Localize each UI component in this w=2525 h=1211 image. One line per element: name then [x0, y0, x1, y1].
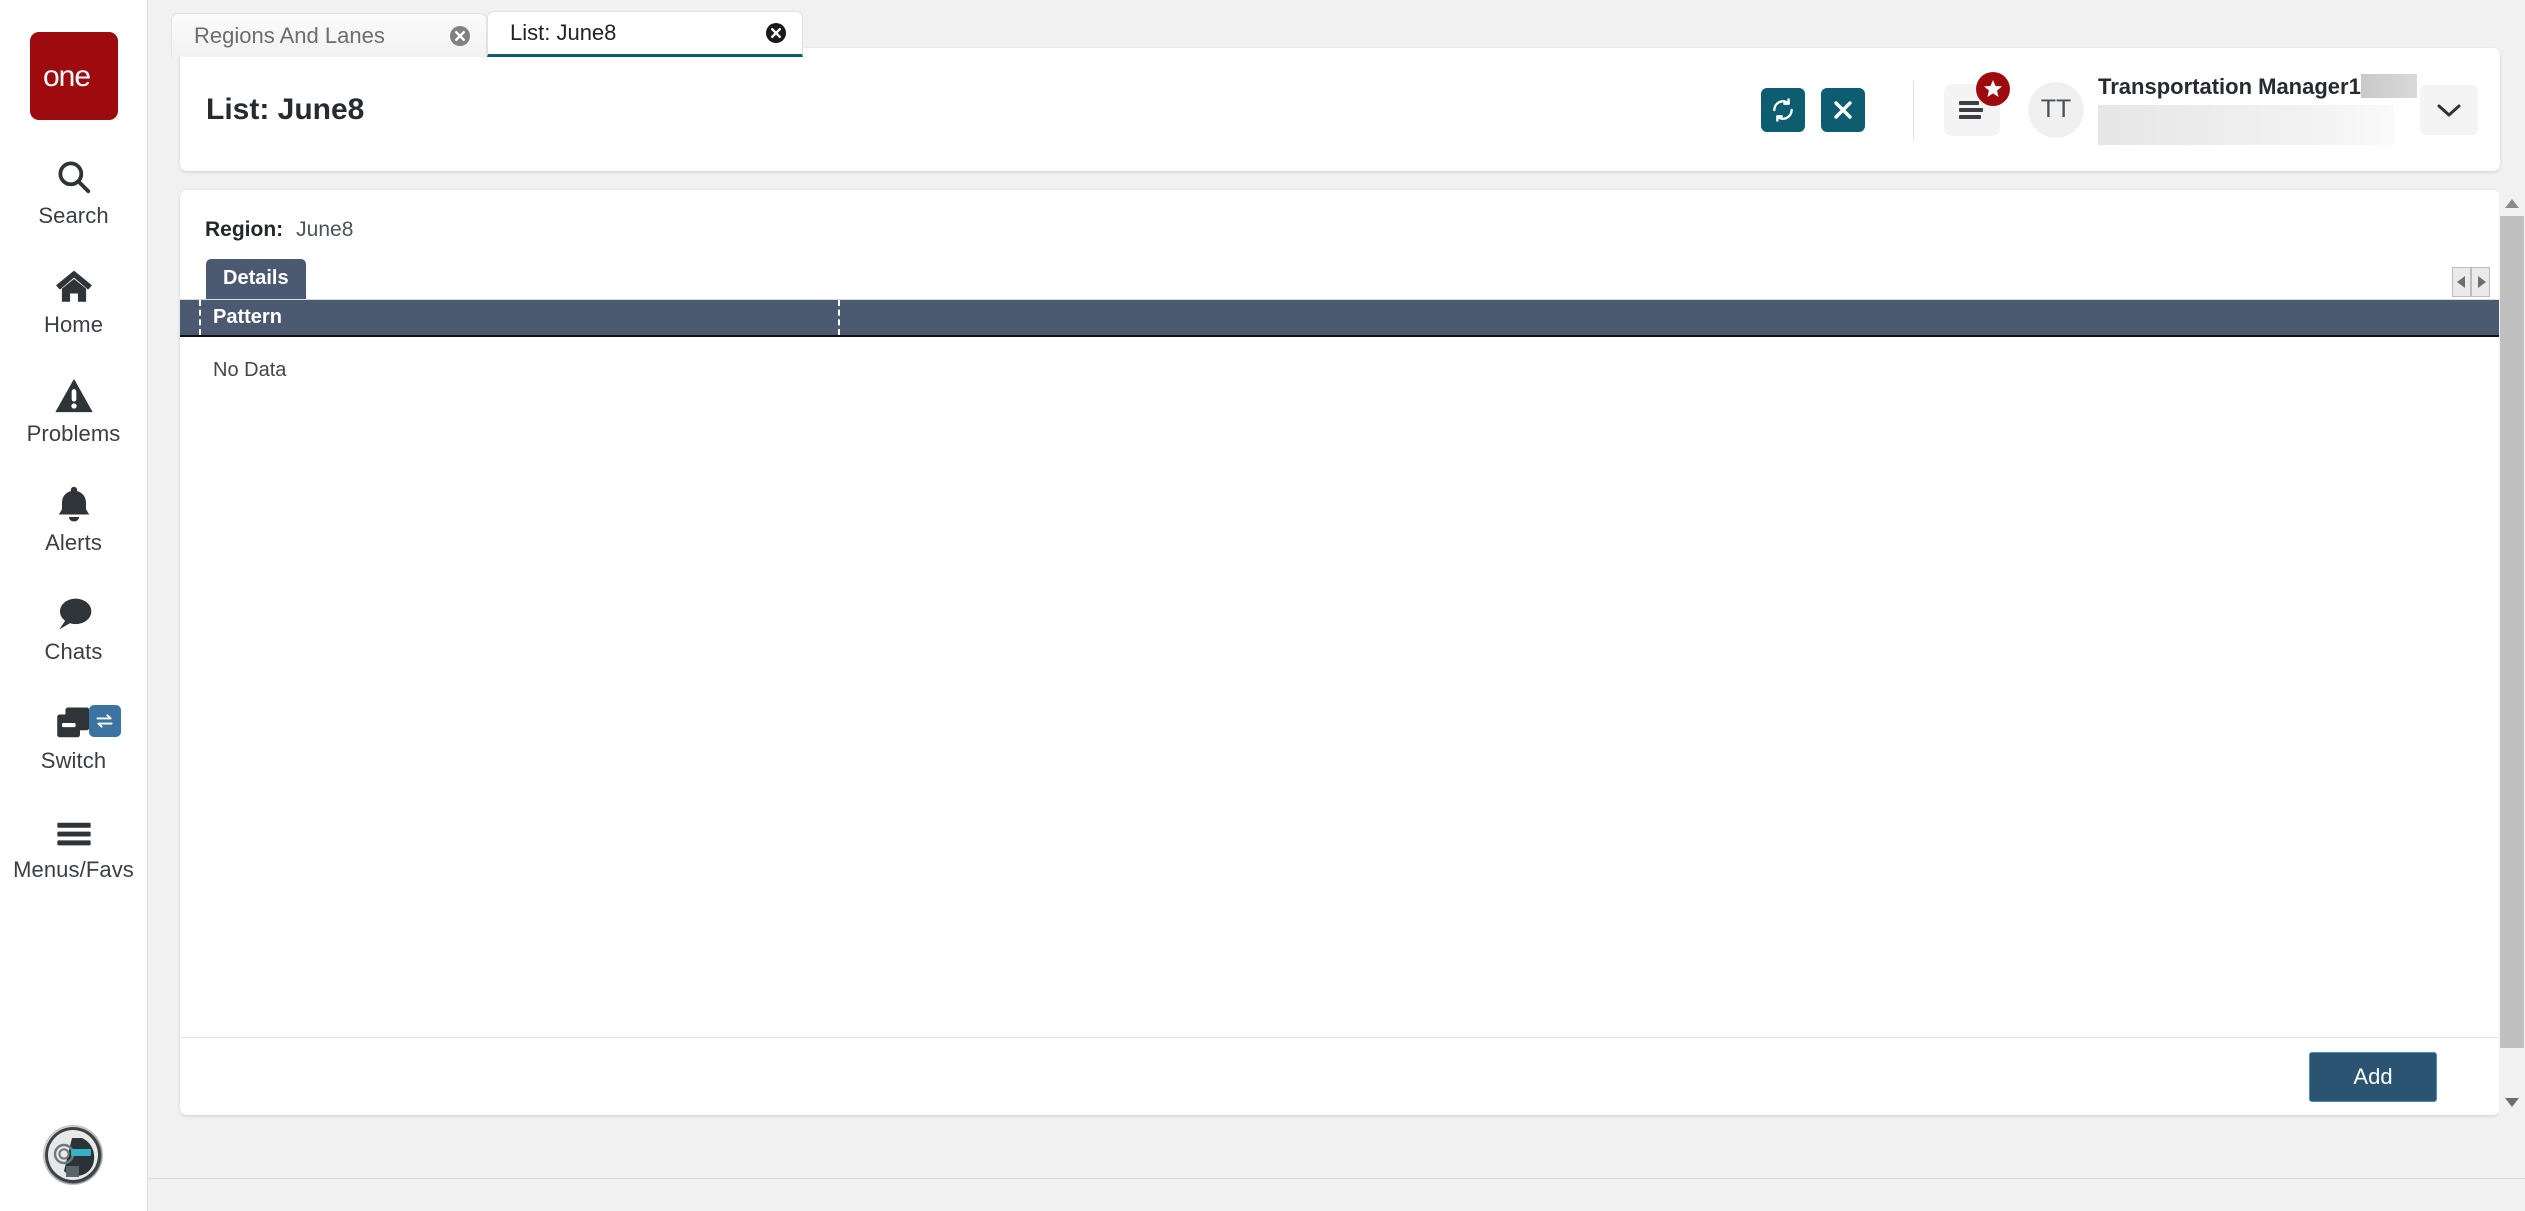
sidebar-item-menus-favs[interactable]: Menus/Favs — [0, 804, 148, 883]
redacted-subtitle — [2098, 105, 2394, 145]
grid-column-separator[interactable] — [838, 300, 840, 335]
user-info: Transportation Manager1 — [2098, 74, 2417, 145]
close-icon[interactable] — [449, 25, 471, 47]
page-header: List: June8 TT Transportation Manager1 — [180, 48, 2500, 171]
search-icon — [55, 150, 93, 196]
scroll-up-button[interactable] — [2499, 190, 2525, 216]
sidebar-item-switch[interactable]: Switch — [0, 695, 148, 774]
page-title: List: June8 — [206, 92, 365, 126]
add-button[interactable]: Add — [2309, 1051, 2437, 1102]
sidebar-item-search[interactable]: Search — [0, 150, 148, 229]
tab-label: List: June8 — [510, 20, 617, 45]
browser-tab-strip: Regions And Lanes List: June8 — [171, 11, 803, 57]
switch-swap-badge[interactable] — [88, 705, 121, 737]
sidebar-item-label: Menus/Favs — [13, 857, 134, 882]
user-avatar-initials[interactable]: TT — [2028, 81, 2084, 138]
caret-up-icon — [2505, 198, 2519, 208]
header-actions: TT Transportation Manager1 — [1745, 71, 2500, 145]
swap-arrows-icon — [96, 714, 113, 728]
chevron-down-icon — [2437, 104, 2461, 116]
status-badge — [1976, 71, 2010, 106]
tab-details[interactable]: Details — [206, 259, 306, 299]
tab-label: Regions And Lanes — [194, 22, 385, 48]
sidebar-item-label: Alerts — [45, 530, 102, 555]
refresh-icon — [1773, 97, 1793, 122]
sidebar-item-label: Search — [38, 203, 109, 228]
grid-header-row: Pattern — [180, 300, 2500, 337]
user-avatar-icon — [45, 1127, 101, 1183]
redacted-text — [2360, 74, 2417, 98]
chevron-right-icon — [2477, 276, 2486, 288]
tab-list-june8[interactable]: List: June8 — [487, 11, 803, 57]
copy-windows-icon — [55, 695, 93, 741]
sidebar: one Search Home Problems Alerts Chats Sw… — [0, 0, 148, 1211]
sidebar-item-label: Chats — [44, 639, 103, 664]
user-name: Transportation Manager1 — [2098, 74, 2417, 100]
tab-regions-and-lanes[interactable]: Regions And Lanes — [171, 13, 487, 57]
sidebar-item-home[interactable]: Home — [0, 259, 148, 338]
grid-column-header-pattern[interactable]: Pattern — [213, 306, 282, 329]
caret-down-icon — [2505, 1097, 2519, 1107]
user-name-text: Transportation Manager1 — [2098, 74, 2361, 99]
refresh-button[interactable] — [1761, 87, 1805, 132]
scroll-down-button[interactable] — [2499, 1089, 2525, 1115]
grid-column-separator[interactable] — [199, 300, 201, 335]
warning-triangle-icon — [54, 368, 94, 414]
content-scrollbar[interactable] — [2499, 190, 2525, 1115]
tab-scroll-left-button[interactable] — [2452, 267, 2471, 297]
x-icon — [1834, 100, 1852, 119]
sidebar-item-chats[interactable]: Chats — [0, 586, 148, 665]
star-icon — [1984, 79, 2002, 97]
sidebar-item-label: Home — [43, 312, 104, 337]
region-label: Region: — [205, 218, 284, 241]
app-logo[interactable]: one — [29, 32, 118, 120]
close-icon[interactable] — [765, 22, 787, 44]
sidebar-item-label: Switch — [40, 748, 107, 773]
content-panel: Region: June8 Details Pattern No Data Ad… — [180, 190, 2500, 1115]
tab-scroll-controls — [2452, 267, 2490, 297]
content-footer: Add — [180, 1037, 2500, 1115]
sidebar-item-label: Problems — [26, 421, 121, 446]
grid-empty-message: No Data — [213, 359, 287, 381]
region-value: June8 — [296, 218, 354, 241]
user-menu-button[interactable] — [2420, 84, 2478, 135]
page-footer-divider — [148, 1178, 2525, 1179]
close-button[interactable] — [1821, 87, 1865, 132]
bell-icon — [56, 477, 92, 523]
header-divider — [1913, 80, 1914, 139]
sidebar-item-alerts[interactable]: Alerts — [0, 477, 148, 556]
scrollbar-track[interactable] — [2499, 216, 2525, 1089]
content-tab-bar: Details — [180, 259, 2500, 300]
region-row: Region: June8 — [180, 190, 2500, 242]
chat-bubble-icon — [54, 586, 94, 632]
scrollbar-thumb[interactable] — [2500, 216, 2524, 1048]
one-logo-icon: one — [43, 61, 91, 91]
sidebar-item-problems[interactable]: Problems — [0, 368, 148, 447]
avatar[interactable] — [44, 1126, 102, 1184]
chevron-left-icon — [2456, 276, 2465, 288]
hamburger-icon — [54, 804, 94, 850]
home-icon — [54, 259, 94, 305]
menus-favorites-button[interactable] — [1944, 71, 2010, 136]
tab-scroll-right-button[interactable] — [2471, 267, 2490, 297]
svg-text:one: one — [43, 61, 90, 91]
